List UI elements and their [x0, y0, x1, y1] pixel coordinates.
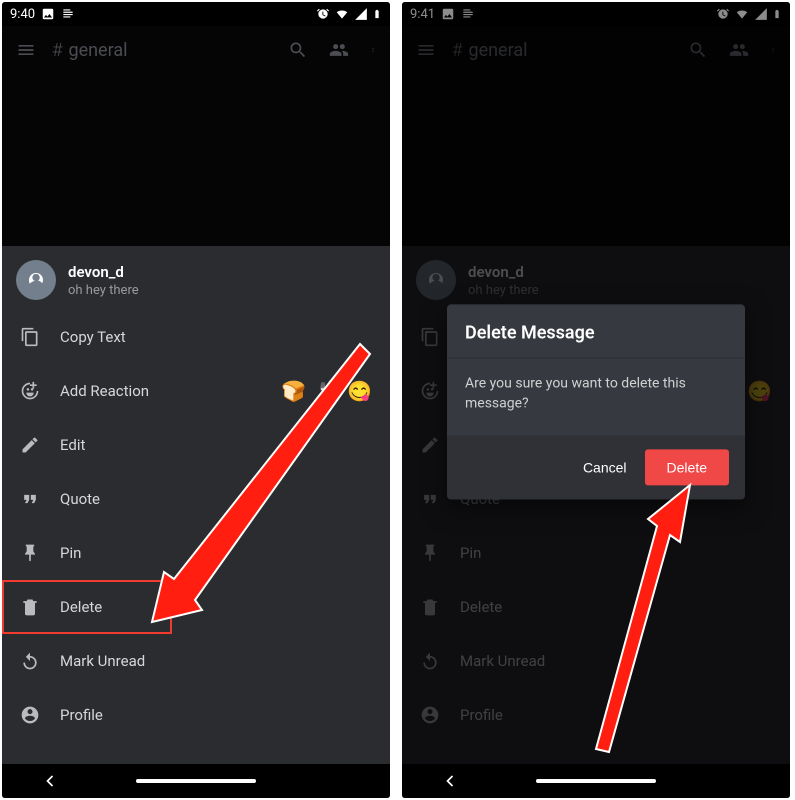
- menu-label: Copy Text: [60, 328, 372, 346]
- delete-confirm-modal: Delete Message Are you sure you want to …: [447, 304, 745, 499]
- image-icon: [41, 7, 55, 21]
- status-time: 9:40: [10, 7, 35, 22]
- menu-label: Edit: [60, 436, 372, 454]
- menu-label: Profile: [60, 706, 372, 724]
- more-icon[interactable]: [370, 40, 376, 60]
- status-bar: 9:40: [2, 2, 390, 26]
- android-nav: [2, 764, 390, 798]
- nav-home-pill[interactable]: [536, 779, 656, 783]
- modal-title: Delete Message: [447, 304, 745, 358]
- menu-add-reaction[interactable]: Add Reaction 🍞 🍴 😋: [2, 364, 390, 418]
- avatar: [16, 260, 56, 300]
- action-sheet: devon_d oh hey there Copy Text Add React…: [2, 246, 390, 798]
- emoji-smile[interactable]: 😋: [347, 379, 372, 403]
- menu-label: Pin: [60, 544, 372, 562]
- menu-quote[interactable]: Quote: [2, 472, 390, 526]
- delete-button[interactable]: Delete: [645, 450, 729, 486]
- top-bar: # general: [2, 26, 390, 74]
- menu-pin[interactable]: Pin: [2, 526, 390, 580]
- pin-icon: [20, 543, 40, 563]
- modal-body: Are you sure you want to delete this mes…: [447, 358, 745, 435]
- members-icon[interactable]: [328, 40, 350, 60]
- nav-home-pill[interactable]: [136, 779, 256, 783]
- signal-icon: [354, 7, 368, 21]
- trash-icon: [20, 597, 40, 617]
- modal-footer: Cancel Delete: [447, 436, 745, 500]
- menu-icon[interactable]: [16, 40, 36, 60]
- menu-label: Mark Unread: [60, 652, 372, 670]
- profile-icon: [20, 705, 40, 725]
- menu-copy-text[interactable]: Copy Text: [2, 310, 390, 364]
- cancel-button[interactable]: Cancel: [583, 460, 627, 476]
- battery-icon: [372, 7, 382, 21]
- menu-label: Quote: [60, 490, 372, 508]
- message-body: oh hey there: [68, 283, 139, 298]
- emoji-fork[interactable]: 🍴: [314, 379, 339, 403]
- menu-edit[interactable]: Edit: [2, 418, 390, 472]
- hash-icon: #: [52, 40, 62, 61]
- chat-area: [2, 74, 390, 246]
- wifi-icon: [334, 7, 350, 21]
- android-nav: [402, 764, 790, 798]
- copy-icon: [20, 327, 40, 347]
- edit-icon: [20, 435, 40, 455]
- quote-icon: [20, 489, 40, 509]
- menu-label: Add Reaction: [60, 382, 281, 400]
- phone-left: 9:40 # general: [2, 2, 390, 798]
- nav-back-icon[interactable]: [40, 771, 60, 791]
- channel-name[interactable]: # general: [52, 40, 288, 61]
- menu-mark-unread[interactable]: Mark Unread: [2, 634, 390, 688]
- menu-label: Delete: [60, 598, 154, 616]
- reaction-icon: [20, 381, 40, 401]
- menu-delete[interactable]: Delete: [2, 580, 172, 634]
- nav-back-icon[interactable]: [440, 771, 460, 791]
- note-icon: [61, 7, 75, 21]
- refresh-icon: [20, 651, 40, 671]
- alarm-icon: [316, 7, 330, 21]
- menu-profile[interactable]: Profile: [2, 688, 390, 742]
- message-username: devon_d: [68, 263, 139, 281]
- message-header: devon_d oh hey there: [2, 246, 390, 310]
- emoji-bread[interactable]: 🍞: [281, 379, 306, 403]
- phone-right: 9:41 # general: [402, 2, 790, 798]
- search-icon[interactable]: [288, 40, 308, 60]
